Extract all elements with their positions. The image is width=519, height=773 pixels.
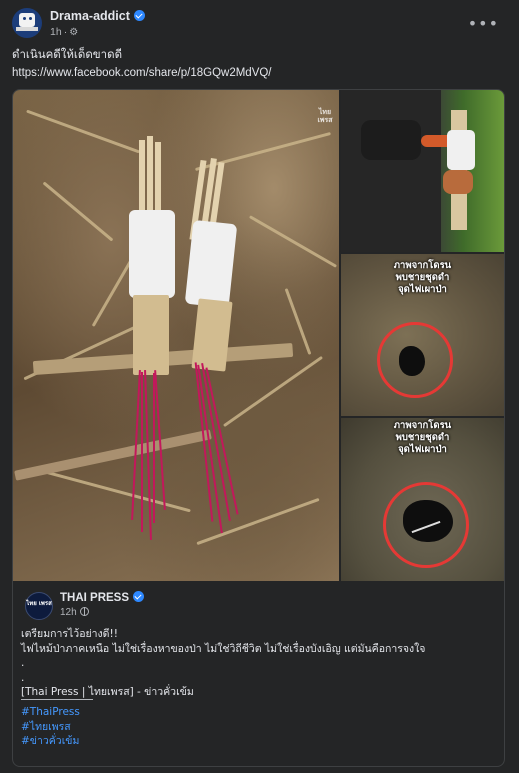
drone-caption-2: ภาพจากโดรน พบชายชุดดำ จุดไฟเผาป่า xyxy=(393,420,452,455)
page-avatar[interactable]: ไทย เพรส xyxy=(25,592,53,620)
drone-highlight-circle xyxy=(377,322,453,398)
media-watermark: ไทย เพรส xyxy=(317,108,333,124)
hashtag-list: #ThaiPress #ไทยเพรส #ข่าวคั่วเข้ม xyxy=(21,705,80,749)
post-meta: 1h · ⚙ xyxy=(50,26,79,38)
text-line: . xyxy=(21,657,25,669)
text-line: ไฟไหม้ป่าภาคเหนือ ไม่ใช่เรื่องหาของป่า ไ… xyxy=(21,642,426,655)
photo-incense-bundles[interactable]: ไทย เพรส xyxy=(13,90,339,581)
shared-post[interactable]: ไทย เพรส ภาพจากโดรน พบชายชุดดำ จุดไฟเผาป… xyxy=(12,89,505,767)
photo-officer[interactable] xyxy=(341,90,504,252)
drone-highlight-circle xyxy=(383,482,469,568)
shared-post-text: เตรียมการไว้อย่างดี!! ไฟไหม้ป่าภาคเหนือ … xyxy=(21,627,491,700)
more-icon[interactable]: ••• xyxy=(468,14,499,33)
divider xyxy=(21,699,93,700)
post-card: Drama-addict 1h · ⚙ ••• ดำเนินคดีให้เด็ดขา… xyxy=(0,0,519,773)
verified-badge-icon xyxy=(133,591,145,602)
shared-post-time[interactable]: 12h xyxy=(60,607,77,618)
text-line: . xyxy=(21,671,25,684)
photo-drone-2[interactable]: ภาพจากโดรน พบชายชุดดำ จุดไฟเผาป่า xyxy=(341,418,504,581)
page-name[interactable]: THAI PRESS xyxy=(60,591,145,604)
text-line: เตรียมการไว้อย่างดี!! xyxy=(21,628,118,640)
post-caption: ดำเนินคดีให้เด็ดขาดดี xyxy=(12,49,123,61)
text-line: [Thai Press | ไทยเพรส] - ข่าวคั่วเข้ม xyxy=(21,686,194,698)
globe-icon xyxy=(79,607,89,616)
author-name-text[interactable]: Drama-addict xyxy=(50,9,130,23)
author-avatar[interactable] xyxy=(12,8,42,38)
media-grid: ไทย เพรส ภาพจากโดรน พบชายชุดดำ จุดไฟเผาป… xyxy=(13,90,504,582)
post-link[interactable]: https://www.facebook.com/share/p/18GQw2M… xyxy=(12,67,272,79)
settings-icon: ⚙ xyxy=(69,27,79,38)
post-header: Drama-addict 1h · ⚙ ••• xyxy=(12,8,507,42)
hashtag-thaipress[interactable]: #ThaiPress xyxy=(21,705,80,720)
drone-caption-1: ภาพจากโดรน พบชายชุดดำ จุดไฟเผาป่า xyxy=(393,260,452,295)
hashtag-news[interactable]: #ข่าวคั่วเข้ม xyxy=(21,734,80,749)
verified-badge-icon xyxy=(133,10,145,21)
hashtag-thaipress-th[interactable]: #ไทยเพรส xyxy=(21,720,80,735)
page-meta: 12h xyxy=(60,607,89,618)
photo-drone-1[interactable]: ภาพจากโดรน พบชายชุดดำ จุดไฟเผาป่า xyxy=(341,254,504,416)
shared-post-content: ไทย เพรส THAI PRESS 12h เตรียมการไว้อย่า… xyxy=(13,582,504,766)
author-name[interactable]: Drama-addict xyxy=(50,9,145,23)
post-time[interactable]: 1h xyxy=(50,26,62,38)
